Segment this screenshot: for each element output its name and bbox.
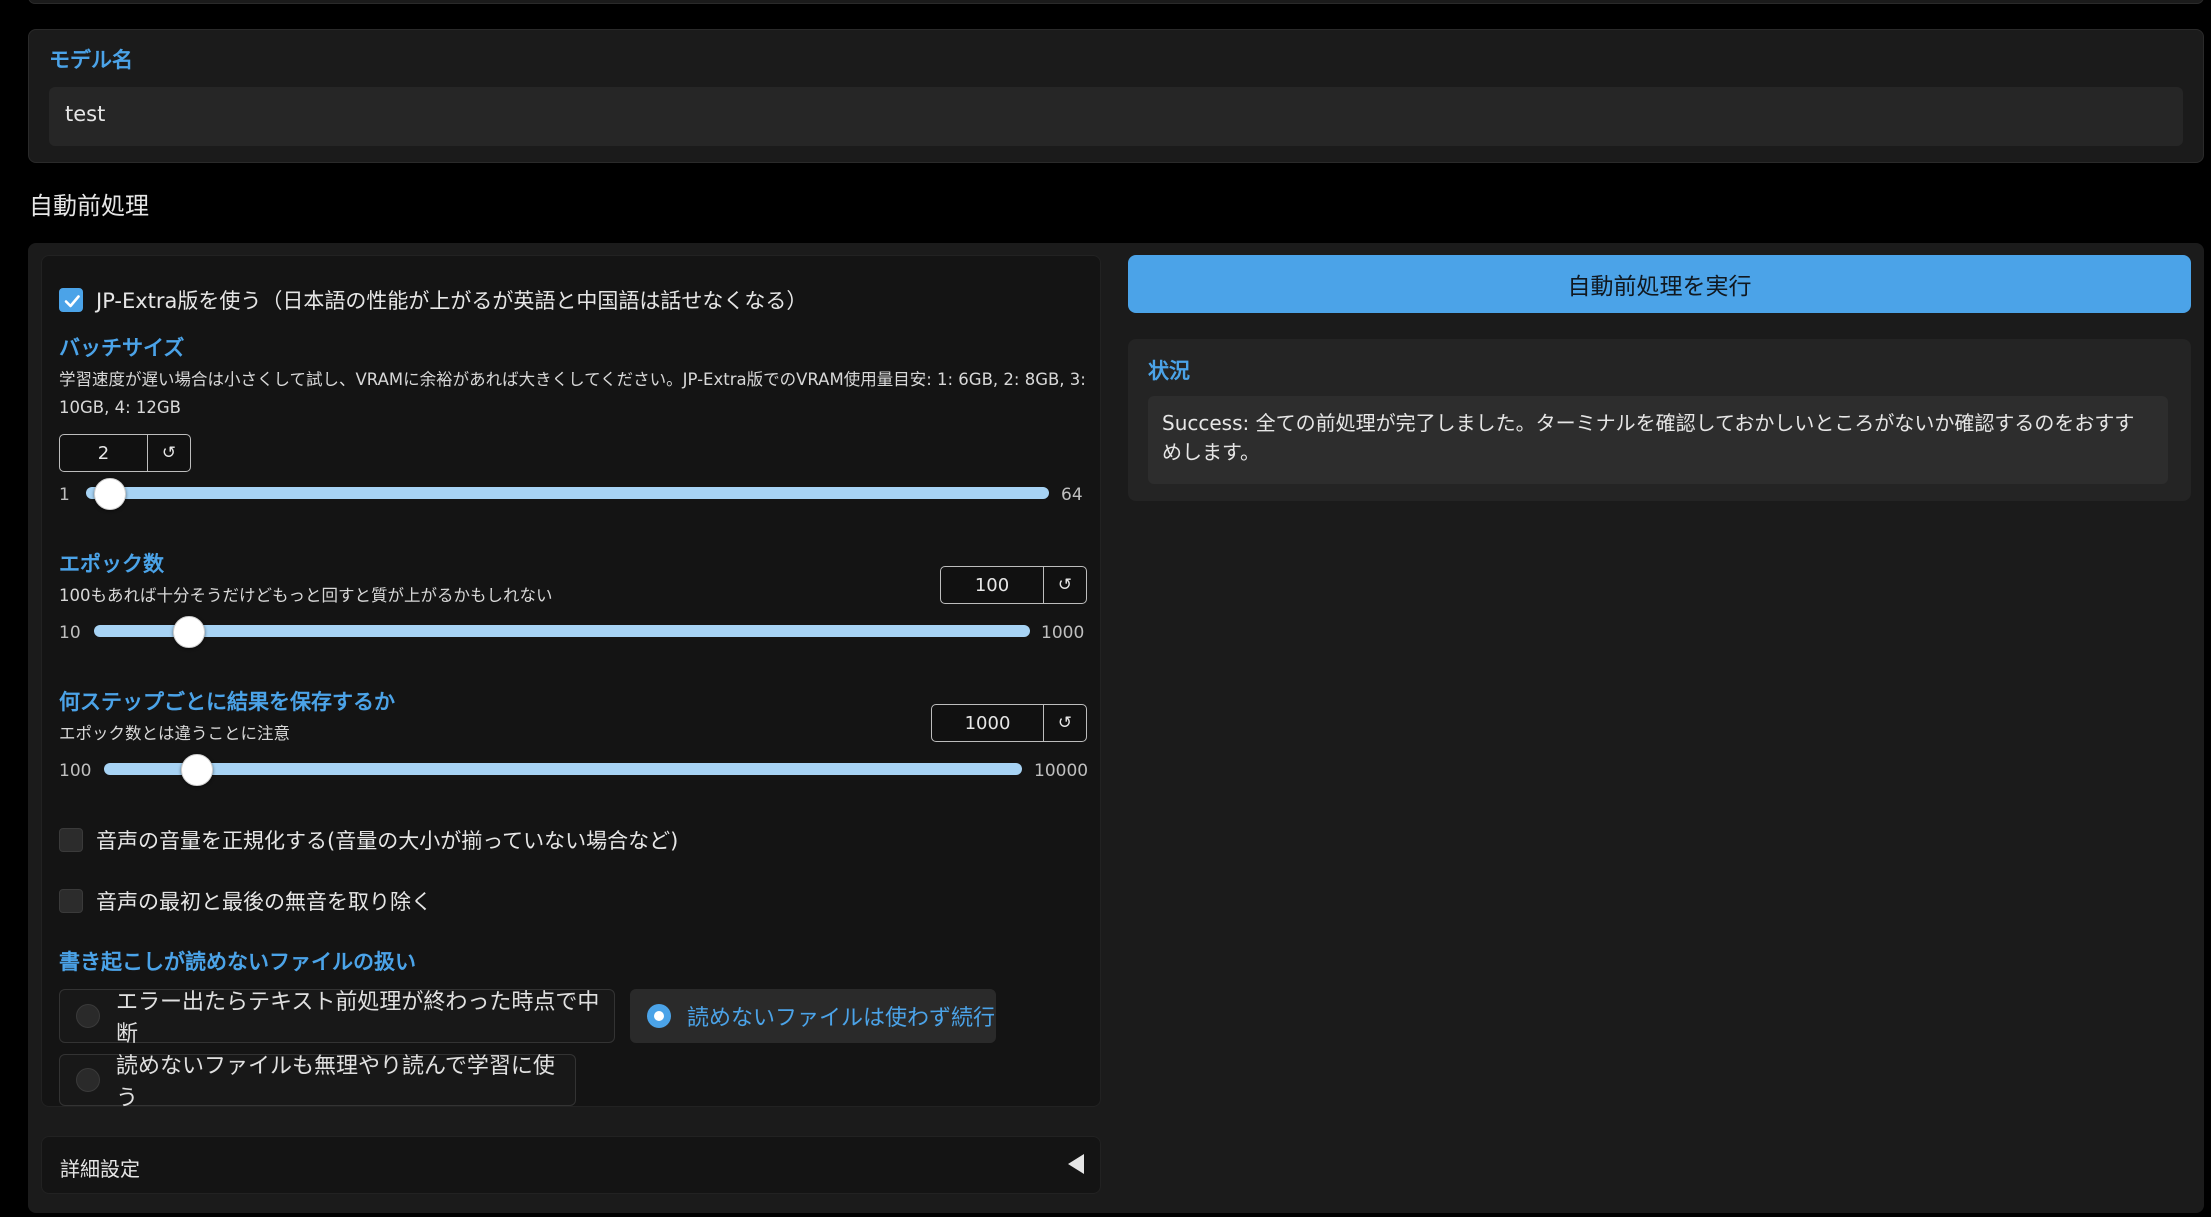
normalize-checkbox[interactable]	[59, 828, 83, 852]
batch-size-slider-thumb[interactable]	[94, 478, 126, 510]
batch-size-desc: 学習速度が遅い場合は小さくして試し、VRAMに余裕があれば大きくしてください。J…	[59, 370, 1086, 417]
epochs-max: 1000	[1041, 623, 1085, 643]
advanced-settings-accordion[interactable]: 詳細設定	[41, 1136, 1101, 1194]
radio-option-force-label: 読めないファイルも無理やり読んで学習に使う	[116, 1054, 555, 1111]
preprocess-container: JP-Extra版を使う（日本語の性能が上がるが英語と中国語は話せなくなる） バ…	[28, 243, 2204, 1213]
save-every-slider-track[interactable]	[104, 763, 1022, 775]
epochs-label: エポック数	[59, 552, 164, 576]
batch-size-max: 64	[1061, 485, 1083, 505]
normalize-label: 音声の音量を正規化する(音量の大小が揃っていない場合など)	[96, 829, 679, 853]
batch-size-value: 2	[60, 435, 148, 471]
radio-option-skip-label: 読めないファイルは使わず続行	[687, 1006, 996, 1031]
save-every-number[interactable]: 1000 ↺	[931, 704, 1087, 742]
epochs-number[interactable]: 100 ↺	[940, 566, 1087, 604]
section-title: 自動前処理	[29, 192, 149, 220]
status-text: Success: 全ての前処理が完了しました。ターミナルを確認しておかしいところ…	[1162, 411, 2135, 464]
radio-dot-selected	[647, 1004, 671, 1028]
save-every-min: 100	[59, 761, 92, 781]
model-name-input[interactable]: test	[49, 87, 2183, 146]
reset-icon[interactable]: ↺	[1044, 705, 1086, 741]
batch-size-min: 1	[59, 485, 70, 505]
batch-size-number[interactable]: 2 ↺	[59, 434, 191, 472]
epochs-slider-thumb[interactable]	[173, 616, 205, 648]
radio-option-force[interactable]: 読めないファイルも無理やり読んで学習に使う	[59, 1054, 576, 1111]
status-panel: 状況 Success: 全ての前処理が完了しました。ターミナルを確認しておかしい…	[1128, 339, 2191, 501]
advanced-settings-label: 詳細設定	[60, 1157, 140, 1181]
model-name-label: モデル名	[49, 48, 133, 72]
reset-icon[interactable]: ↺	[1044, 567, 1086, 603]
settings-panel: JP-Extra版を使う（日本語の性能が上がるが英語と中国語は話せなくなる） バ…	[41, 255, 1101, 1111]
save-every-value: 1000	[932, 705, 1044, 741]
model-name-value: test	[65, 102, 106, 126]
trim-checkbox[interactable]	[59, 889, 83, 913]
save-every-label: 何ステップごとに結果を保存するか	[59, 690, 395, 714]
radio-dot	[76, 1068, 100, 1092]
jp-extra-checkbox[interactable]	[59, 288, 83, 312]
run-preprocess-button[interactable]: 自動前処理を実行	[1128, 255, 2191, 313]
radio-option-abort[interactable]: エラー出たらテキスト前処理が終わった時点で中断	[59, 989, 615, 1047]
reset-icon[interactable]: ↺	[148, 435, 190, 471]
epochs-value: 100	[941, 567, 1044, 603]
jp-extra-label: JP-Extra版を使う（日本語の性能が上がるが英語と中国語は話せなくなる）	[96, 289, 808, 313]
trim-label: 音声の最初と最後の無音を取り除く	[96, 890, 432, 914]
caret-left-icon	[1068, 1154, 1084, 1174]
model-name-block: モデル名 test	[28, 29, 2204, 163]
epochs-desc: 100もあれば十分そうだけどもっと回すと質が上がるかもしれない	[59, 586, 553, 605]
epochs-slider-track[interactable]	[94, 625, 1030, 637]
batch-size-slider-track[interactable]	[86, 487, 1049, 499]
batch-size-label: バッチサイズ	[59, 336, 185, 360]
unreadable-label: 書き起こしが読めないファイルの扱い	[59, 950, 416, 974]
check-icon	[64, 295, 80, 308]
radio-dot	[76, 1004, 100, 1028]
save-every-desc: エポック数とは違うことに注意	[59, 724, 290, 743]
radio-option-abort-label: エラー出たらテキスト前処理が終わった時点で中断	[116, 990, 600, 1047]
epochs-min: 10	[59, 623, 81, 643]
save-every-slider-thumb[interactable]	[181, 754, 213, 786]
status-label: 状況	[1148, 359, 1190, 383]
status-textbox[interactable]: Success: 全ての前処理が完了しました。ターミナルを確認しておかしいところ…	[1148, 396, 2168, 484]
top-panel-edge	[28, 0, 2204, 4]
run-preprocess-label: 自動前処理を実行	[1567, 274, 1752, 300]
radio-option-skip[interactable]: 読めないファイルは使わず続行	[630, 989, 996, 1043]
save-every-max: 10000	[1034, 761, 1089, 781]
